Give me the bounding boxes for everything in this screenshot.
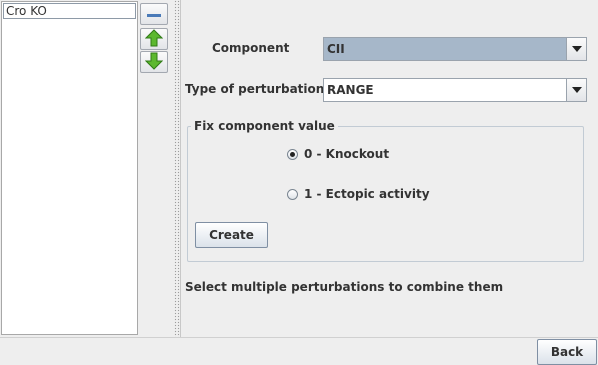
move-down-button[interactable]: [140, 51, 168, 73]
minus-icon: [147, 7, 161, 21]
group-title: Fix component value: [191, 119, 338, 133]
radio-label: 0 - Knockout: [304, 147, 390, 161]
perturbation-type-label: Type of perturbation: [185, 82, 325, 96]
list-item[interactable]: Cro KO: [3, 3, 136, 19]
green-arrow-up-icon: [144, 28, 164, 50]
component-value: CII: [327, 42, 345, 56]
create-button[interactable]: Create: [195, 222, 268, 248]
perturbation-type-select[interactable]: RANGE: [323, 78, 587, 102]
chevron-down-icon[interactable]: [566, 38, 586, 60]
remove-button[interactable]: [140, 3, 168, 25]
perturbation-list[interactable]: Cro KO: [1, 1, 138, 335]
radio-knockout[interactable]: 0 - Knockout: [287, 147, 389, 161]
component-select[interactable]: CII: [323, 37, 587, 61]
back-button[interactable]: Back: [537, 339, 597, 365]
move-up-button[interactable]: [140, 28, 168, 50]
radio-selected-icon[interactable]: [287, 148, 298, 160]
chevron-down-icon[interactable]: [566, 79, 586, 101]
radio-unselected-icon[interactable]: [287, 188, 298, 200]
component-label: Component: [212, 41, 290, 55]
radio-label: 1 - Ectopic activity: [304, 187, 430, 201]
green-arrow-down-icon: [144, 52, 164, 73]
combine-hint: Select multiple perturbations to combine…: [185, 280, 504, 294]
radio-ectopic-activity[interactable]: 1 - Ectopic activity: [287, 187, 430, 201]
perturbation-type-value: RANGE: [327, 83, 374, 97]
bottom-bar: [0, 337, 598, 365]
